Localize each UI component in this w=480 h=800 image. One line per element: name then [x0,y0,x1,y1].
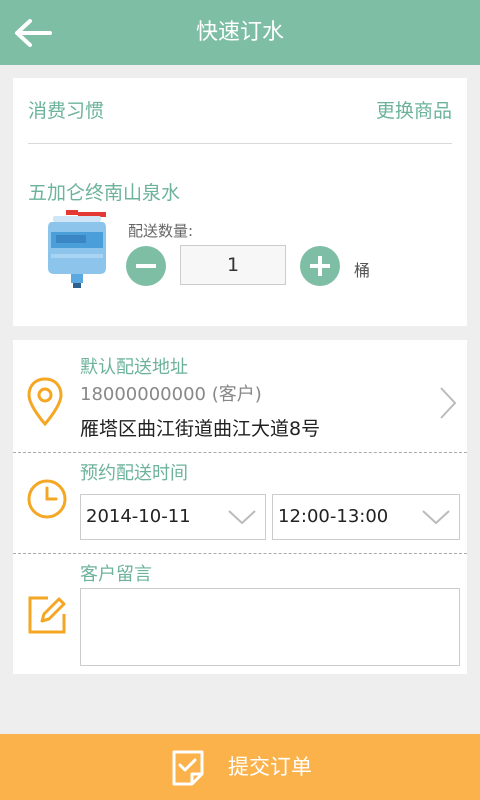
unit-label: 桶 [354,261,371,280]
contact-phone: 18000000000 (客户) [80,384,262,405]
change-product-link[interactable]: 更换商品 [376,96,452,123]
product-name: 五加仑终南山泉水 [28,182,181,204]
chevron-right-icon [440,387,457,419]
default-address-label: 默认配送地址 [80,357,188,378]
date-select[interactable]: 2014-10-11 [80,494,266,540]
customer-message-label: 客户留言 [80,564,152,585]
submit-order-button[interactable]: 提交订单 [0,734,480,800]
edit-note-icon [28,596,66,634]
time-value: 12:00-13:00 [278,506,389,527]
quantity-input[interactable]: 1 [180,245,286,285]
header-bar: 快速订水 [0,0,480,65]
increase-quantity-button[interactable] [300,246,340,286]
plus-icon [310,256,330,276]
delivery-card: 默认配送地址 18000000000 (客户) 雁塔区曲江街道曲江大道8号 预约… [13,340,467,674]
delivery-address: 雁塔区曲江街道曲江大道8号 [80,418,321,440]
quantity-label: 配送数量: [128,222,194,240]
dashed-divider [13,553,467,554]
address-row[interactable]: 默认配送地址 18000000000 (客户) 雁塔区曲江街道曲江大道8号 [13,340,467,452]
submit-order-label: 提交订单 [228,755,312,779]
customer-message-input[interactable] [80,588,460,666]
divider [28,143,452,144]
minus-icon [136,264,156,268]
date-value: 2014-10-11 [86,506,191,527]
dashed-divider [13,452,467,453]
clock-icon [27,479,67,519]
water-bottle-image [48,210,106,288]
decrease-quantity-button[interactable] [126,246,166,286]
location-pin-icon [27,377,63,427]
product-card: 消费习惯 更换商品 五加仑终南山泉水 配送数量: 1 桶 [13,78,467,326]
checklist-icon [172,750,204,786]
page-title: 快速订水 [195,20,284,45]
chevron-down-icon [228,510,256,525]
appointment-time-label: 预约配送时间 [80,463,188,484]
time-select[interactable]: 12:00-13:00 [272,494,460,540]
chevron-down-icon [422,510,450,525]
consumption-habit-label: 消费习惯 [28,100,105,122]
